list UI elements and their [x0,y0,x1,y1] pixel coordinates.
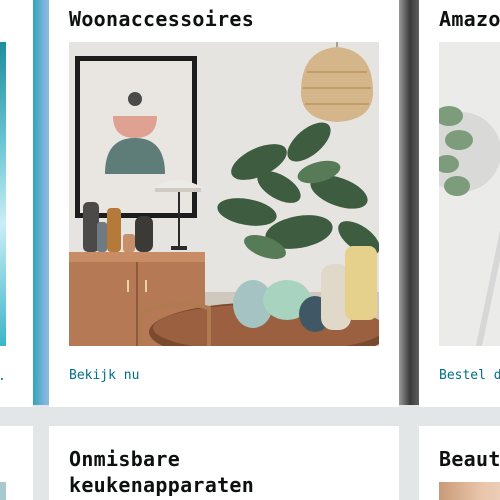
product-card-bottom-left[interactable] [0,426,33,500]
living-room-image [69,42,379,346]
card-image[interactable] [0,42,6,346]
card-image[interactable] [439,42,500,346]
product-card-woonaccessoires[interactable]: Woonaccessoires Bekijk nu [49,0,399,407]
card-title-line2: keukenapparaten [69,473,255,497]
bestel-link[interactable]: Bestel d [439,368,500,384]
card-title-line1: Onmisbare [69,447,181,471]
card-image[interactable] [69,42,379,346]
card-link[interactable]: . [0,369,6,385]
card-title: Woonaccessoires [69,7,255,31]
product-card-amazon[interactable]: Amazo Bestel d [419,0,500,407]
product-card-left[interactable]: . [0,0,33,407]
product-card-keukenapparaten[interactable]: Onmisbare keukenapparaten [49,426,399,500]
card-image[interactable] [439,482,500,500]
succulent-image [439,42,500,346]
card-title: Beaut [439,447,500,471]
card-title: Amazo [439,7,500,31]
bekijk-nu-link[interactable]: Bekijk nu [69,368,139,384]
product-card-beauty[interactable]: Beaut [419,426,500,500]
card-title: Onmisbare keukenapparaten [69,446,254,498]
card-image[interactable] [0,482,6,500]
